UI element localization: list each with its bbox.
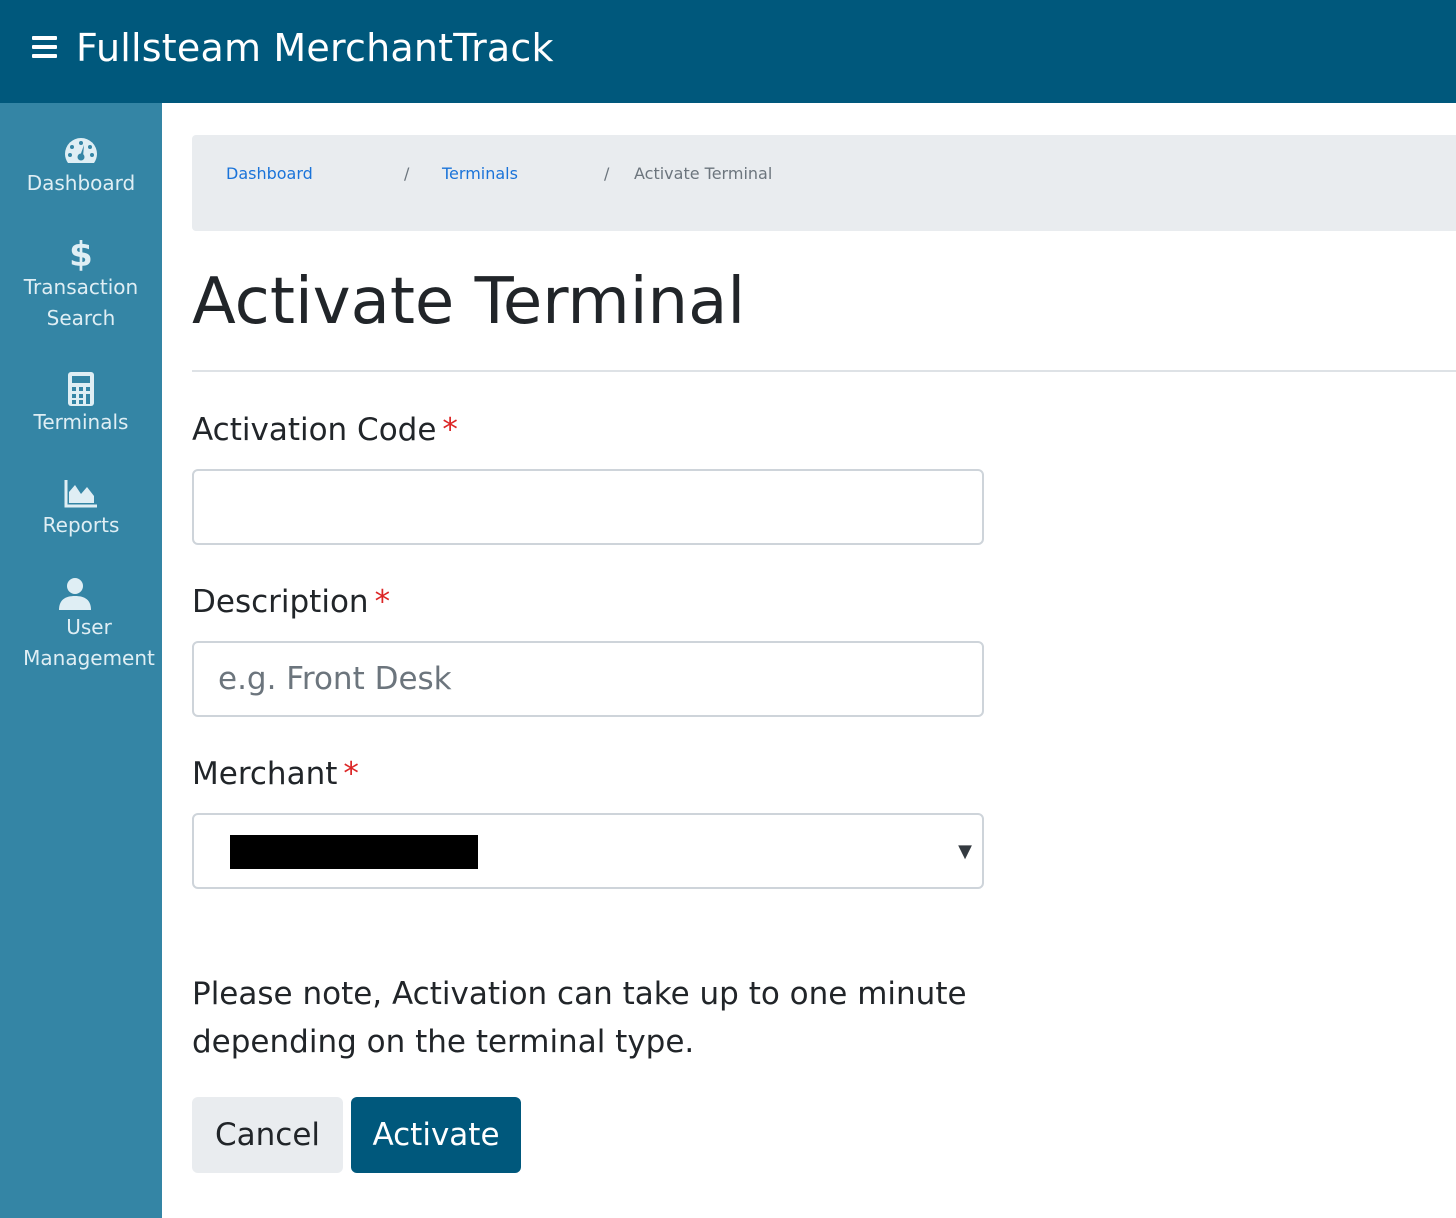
sidebar-item-transaction-search[interactable]: $ Transaction Search: [0, 236, 162, 334]
divider: [192, 370, 1456, 372]
breadcrumb-link-terminals[interactable]: Terminals: [442, 164, 518, 183]
description-label-text: Description: [192, 584, 369, 620]
sidebar-item-terminals[interactable]: Terminals: [0, 371, 162, 438]
sidebar-item-label: Transaction Search: [23, 275, 139, 330]
calculator-icon: [68, 372, 94, 406]
sidebar-item-dashboard[interactable]: Dashboard: [0, 134, 162, 199]
merchant-select[interactable]: ▼: [192, 813, 984, 889]
merchant-label-text: Merchant: [192, 756, 338, 792]
speedometer-icon: [65, 138, 97, 163]
page-title: Activate Terminal: [192, 265, 746, 339]
app-title[interactable]: Fullsteam MerchantTrack: [76, 24, 554, 72]
activate-button[interactable]: Activate: [351, 1097, 521, 1173]
breadcrumb: [192, 135, 1456, 231]
required-marker: *: [442, 412, 458, 448]
sidebar-item-user-management[interactable]: User Management: [8, 576, 170, 674]
sidebar: Dashboard $ Transaction Search Terminals…: [0, 103, 162, 1218]
activation-code-label: Activation Code *: [192, 410, 458, 450]
breadcrumb-separator: /: [604, 164, 610, 183]
area-chart-icon: [64, 480, 97, 508]
description-label: Description *: [192, 582, 390, 622]
breadcrumb-separator: /: [404, 164, 410, 183]
sidebar-item-label: Dashboard: [26, 171, 136, 195]
dollar-icon: $: [69, 236, 93, 272]
breadcrumb-current: Activate Terminal: [634, 164, 773, 183]
required-marker: *: [343, 756, 359, 792]
merchant-label: Merchant *: [192, 754, 359, 794]
description-input[interactable]: [192, 641, 984, 717]
hamburger-menu-icon[interactable]: [32, 36, 57, 58]
breadcrumb-link-dashboard[interactable]: Dashboard: [226, 164, 313, 183]
sidebar-item-label: User Management: [23, 615, 155, 670]
redacted-merchant-value: [230, 835, 478, 869]
required-marker: *: [374, 584, 391, 620]
caret-down-icon: ▼: [958, 841, 972, 862]
top-navbar: Fullsteam MerchantTrack: [0, 0, 1456, 103]
activation-code-input[interactable]: [192, 469, 984, 545]
sidebar-item-label: Terminals: [33, 410, 129, 434]
cancel-button[interactable]: Cancel: [192, 1097, 343, 1173]
svg-text:$: $: [69, 236, 93, 272]
sidebar-item-reports[interactable]: Reports: [0, 474, 162, 541]
sidebar-item-label: Reports: [42, 513, 120, 537]
user-icon: [59, 578, 91, 610]
activation-code-label-text: Activation Code: [192, 412, 437, 448]
activation-note: Please note, Activation can take up to o…: [192, 976, 967, 1060]
